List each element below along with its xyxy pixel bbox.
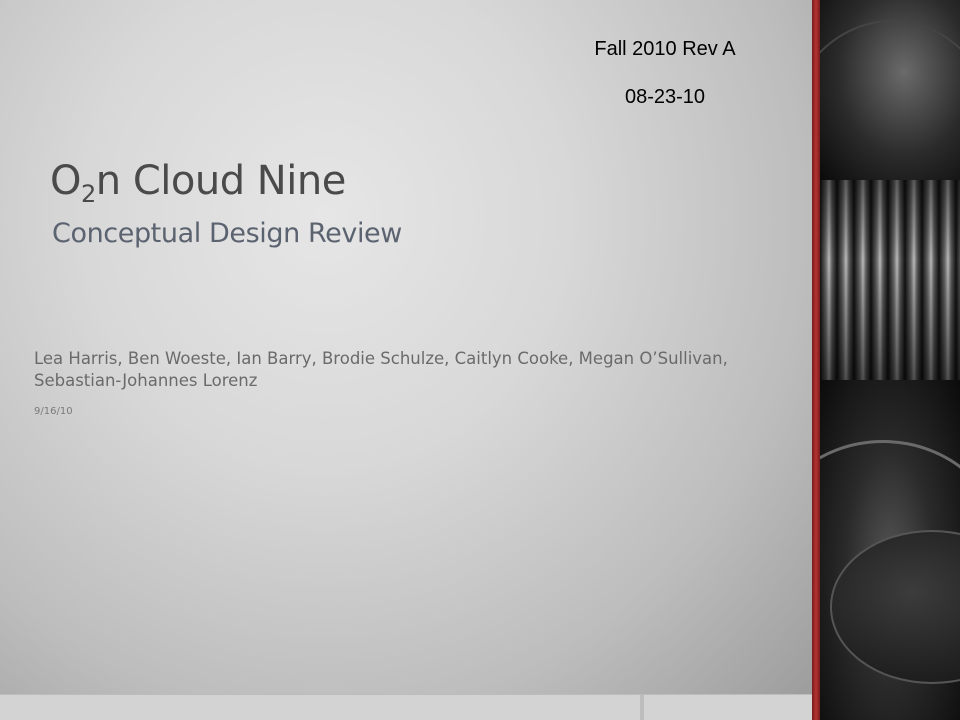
- photo-panel-top: [820, 0, 960, 284]
- title-suffix: n Cloud Nine: [95, 158, 347, 204]
- photo-panel-bottom: [820, 380, 960, 720]
- decorative-photo: [820, 0, 960, 720]
- author-list: Lea Harris, Ben Woeste, Ian Barry, Brodi…: [34, 349, 728, 390]
- presentation-date: 9/16/10: [34, 406, 73, 417]
- revision-date: 08-23-10: [624, 86, 706, 108]
- title-prefix: O: [50, 158, 81, 204]
- photo-panel-ribbed: [820, 180, 960, 380]
- slide-title: O2n Cloud Nine: [50, 158, 346, 208]
- accent-stripe: [812, 0, 820, 720]
- footer-bar: [0, 694, 812, 720]
- footer-divider: [640, 695, 644, 720]
- title-subscript: 2: [80, 180, 96, 208]
- photo-shade: [820, 180, 960, 380]
- slide-subtitle: Conceptual Design Review: [52, 218, 402, 249]
- revision-label: Fall 2010 Rev A: [594, 38, 736, 60]
- slide-canvas: Fall 2010 Rev A 08-23-10 O2n Cloud Nine …: [0, 0, 812, 720]
